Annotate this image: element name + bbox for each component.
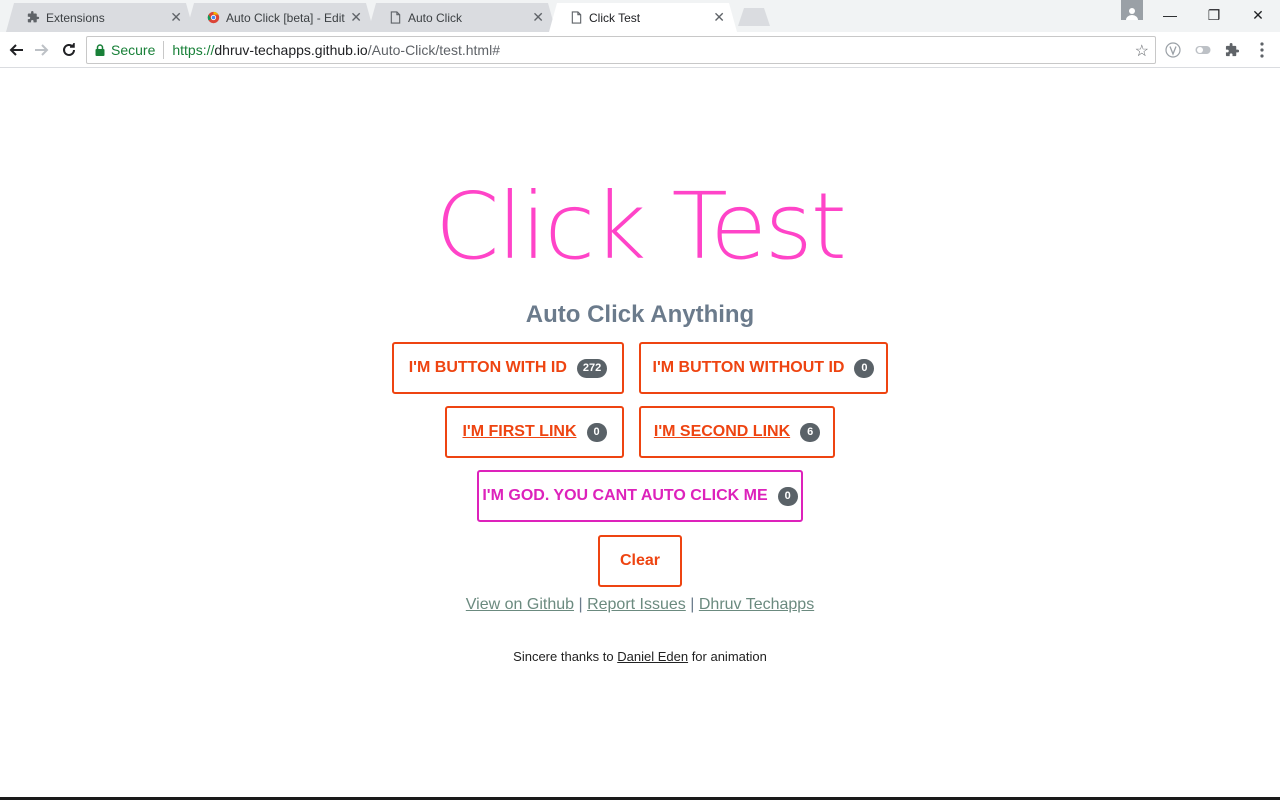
new-tab-button[interactable] bbox=[738, 8, 770, 26]
thanks-line: Sincere thanks to Daniel Eden for animat… bbox=[0, 649, 1280, 664]
close-window-button[interactable]: ✕ bbox=[1236, 0, 1280, 30]
page-icon bbox=[569, 11, 583, 25]
url-scheme: https:// bbox=[172, 42, 215, 58]
reload-icon bbox=[63, 43, 75, 56]
close-icon[interactable]: ✕ bbox=[350, 10, 362, 24]
url-path: /Auto-Click/test.html# bbox=[367, 42, 500, 58]
minimize-button[interactable]: — bbox=[1148, 0, 1192, 30]
url-host: dhruv-techapps.github.io bbox=[214, 42, 368, 58]
footer-links: View on Github | Report Issues | Dhruv T… bbox=[0, 596, 1280, 614]
url-text[interactable]: https://dhruv-techapps.github.io/Auto-Cl… bbox=[164, 42, 500, 58]
click-count-badge: 272 bbox=[576, 358, 608, 378]
extension-toggle-icon[interactable] bbox=[1193, 40, 1213, 60]
security-indicator[interactable]: Secure bbox=[87, 41, 165, 59]
click-count-badge: 0 bbox=[777, 486, 798, 506]
forward-arrow-icon bbox=[35, 44, 49, 56]
browser-toolbar: Secure https://dhruv-techapps.github.io/… bbox=[0, 32, 1280, 68]
page-icon bbox=[388, 11, 402, 25]
button-without-id[interactable]: I'M BUTTON WITHOUT ID 0 bbox=[639, 342, 888, 394]
tab-extensions[interactable]: Extensions ✕ bbox=[6, 3, 194, 32]
button-label: I'M GOD. YOU CANT AUTO CLICK ME bbox=[482, 487, 768, 504]
page-subtitle: Auto Click Anything bbox=[525, 301, 755, 328]
menu-kebab-icon[interactable] bbox=[1252, 40, 1272, 60]
tab-title: Auto Click bbox=[408, 10, 463, 25]
click-count-badge: 6 bbox=[800, 422, 821, 442]
puzzle-icon bbox=[26, 11, 40, 25]
report-issues-link[interactable]: Report Issues bbox=[587, 596, 686, 613]
button-with-id[interactable]: I'M BUTTON WITH ID 272 bbox=[392, 342, 624, 394]
link-separator: | bbox=[690, 596, 695, 613]
github-link[interactable]: View on Github bbox=[466, 596, 574, 613]
thanks-prefix: Sincere thanks to bbox=[513, 649, 614, 664]
security-label: Secure bbox=[111, 42, 156, 58]
second-link[interactable]: I'M SECOND LINK 6 bbox=[639, 406, 835, 458]
tab-title: Click Test bbox=[589, 10, 641, 25]
tab-auto-click[interactable]: Auto Click ✕ bbox=[368, 3, 556, 32]
tab-title: Auto Click [beta] - Edit It bbox=[226, 10, 346, 25]
button-label: I'M BUTTON WITH ID bbox=[408, 359, 567, 376]
back-button[interactable] bbox=[4, 38, 28, 62]
click-count-badge: 0 bbox=[854, 358, 875, 378]
profile-avatar-icon[interactable] bbox=[1121, 0, 1143, 20]
god-button[interactable]: I'M GOD. YOU CANT AUTO CLICK ME 0 bbox=[477, 470, 803, 522]
chrome-store-icon bbox=[206, 11, 220, 25]
extension-v-icon[interactable] bbox=[1163, 40, 1183, 60]
link-separator: | bbox=[578, 596, 583, 613]
page-content: Click Test Auto Click Anything I'M BUTTO… bbox=[0, 69, 1280, 800]
tab-click-test[interactable]: Click Test ✕ bbox=[549, 3, 737, 32]
reload-button[interactable] bbox=[57, 38, 81, 62]
clear-button[interactable]: Clear bbox=[598, 535, 682, 587]
back-arrow-icon bbox=[9, 44, 23, 56]
daniel-eden-link[interactable]: Daniel Eden bbox=[617, 649, 688, 664]
click-count-badge: 0 bbox=[586, 422, 607, 442]
link-label: I'M FIRST LINK bbox=[462, 423, 577, 440]
close-icon[interactable]: ✕ bbox=[713, 10, 725, 24]
forward-button[interactable] bbox=[30, 38, 54, 62]
hero-title: Click Test bbox=[435, 173, 847, 280]
lock-icon bbox=[95, 44, 105, 56]
thanks-suffix: for animation bbox=[691, 649, 767, 664]
close-icon[interactable]: ✕ bbox=[532, 10, 544, 24]
link-label: I'M SECOND LINK bbox=[653, 423, 791, 440]
close-icon[interactable]: ✕ bbox=[170, 10, 182, 24]
tab-title: Extensions bbox=[46, 10, 105, 25]
tab-auto-click-beta[interactable]: Auto Click [beta] - Edit It ✕ bbox=[186, 3, 374, 32]
address-bar[interactable]: Secure https://dhruv-techapps.github.io/… bbox=[86, 36, 1156, 64]
restore-button[interactable]: ❐ bbox=[1192, 0, 1236, 30]
button-label: Clear bbox=[619, 552, 661, 569]
extensions-puzzle-icon[interactable] bbox=[1222, 40, 1242, 60]
bookmark-star-icon[interactable]: ☆ bbox=[1135, 41, 1149, 61]
author-link[interactable]: Dhruv Techapps bbox=[699, 596, 814, 613]
button-label: I'M BUTTON WITHOUT ID bbox=[652, 359, 845, 376]
tab-strip: Extensions ✕ Auto Click [beta] - Edit It… bbox=[0, 0, 1280, 32]
first-link[interactable]: I'M FIRST LINK 0 bbox=[445, 406, 624, 458]
